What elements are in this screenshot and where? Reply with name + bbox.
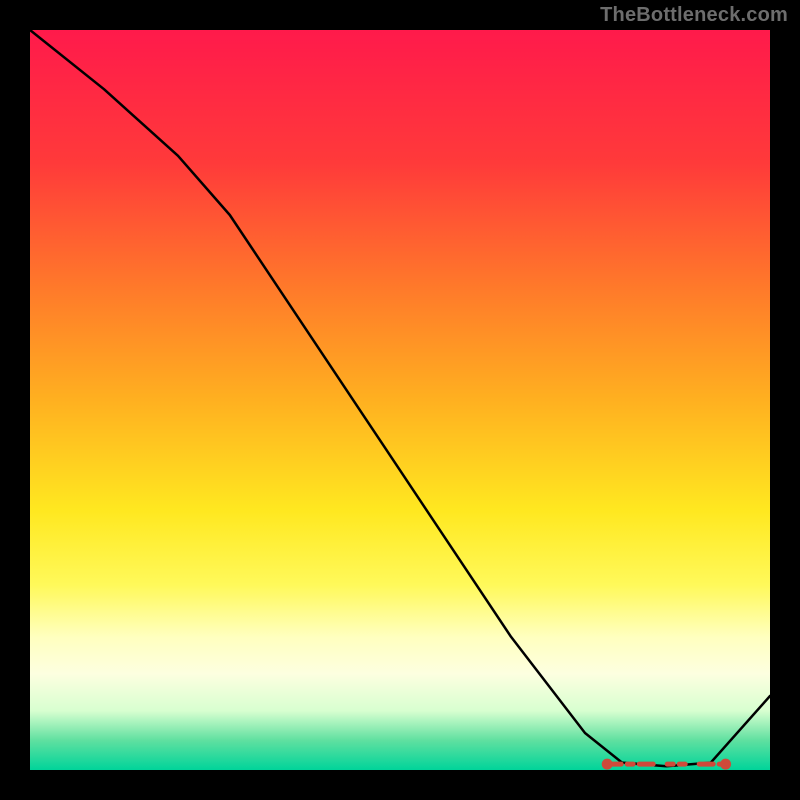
chart-svg xyxy=(30,30,770,770)
watermark-text: TheBottleneck.com xyxy=(600,4,788,27)
chart-frame: TheBottleneck.com xyxy=(0,0,800,800)
bottleneck-curve xyxy=(30,30,770,766)
plot-area xyxy=(30,30,770,770)
